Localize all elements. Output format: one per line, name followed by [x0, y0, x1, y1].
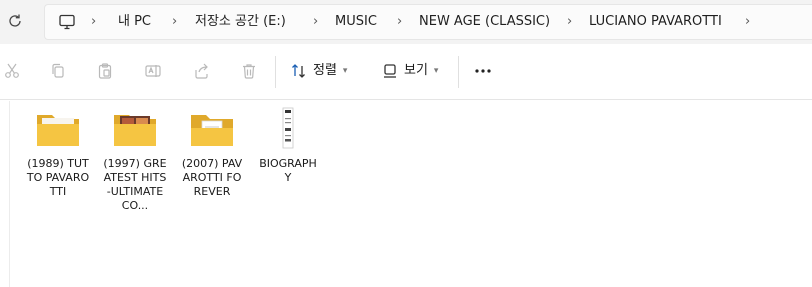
share-icon[interactable]	[189, 59, 213, 83]
sort-button[interactable]: 정렬 ▾	[291, 60, 347, 82]
chevron-down-icon: ▾	[433, 66, 439, 76]
toolbar-divider	[275, 56, 276, 88]
chevron-right-icon[interactable]: ›	[567, 5, 572, 39]
file-item-name: (1989) TUTTO PAVAROTTI	[26, 157, 90, 198]
chevron-down-icon: ▾	[342, 66, 348, 76]
crumb-this-pc[interactable]: 내 PC	[118, 5, 151, 39]
command-bar: 정렬 ▾ 보기 ▾	[0, 44, 812, 100]
computer-icon	[58, 13, 76, 31]
crumb-drive-e[interactable]: 저장소 공간 (E:)	[195, 5, 286, 39]
sort-label: 정렬	[313, 63, 337, 78]
rename-icon[interactable]	[141, 59, 165, 83]
file-item-name: (1997) GREATEST HITS-ULTIMATE CO...	[103, 157, 167, 212]
chevron-right-icon[interactable]: ›	[745, 5, 750, 39]
sort-icon	[292, 64, 305, 78]
chevron-right-icon[interactable]: ›	[91, 5, 96, 39]
file-item-document[interactable]: BIOGRAPHY	[256, 106, 320, 185]
folder-icon	[111, 106, 159, 150]
crumb-luciano-pavarotti[interactable]: LUCIANO PAVAROTTI	[589, 5, 722, 39]
chevron-right-icon[interactable]: ›	[397, 5, 402, 39]
document-thumbnail-icon	[264, 106, 312, 150]
breadcrumb[interactable]: › 내 PC › 저장소 공간 (E:) › MUSIC › NEW AGE (…	[44, 4, 812, 40]
view-label: 보기	[404, 63, 428, 78]
crumb-new-age[interactable]: NEW AGE (CLASSIC)	[419, 5, 550, 39]
view-button[interactable]: 보기 ▾	[382, 60, 438, 82]
file-item-folder[interactable]: TUTTO (1989) TUTTO PAVAROTTI	[26, 106, 90, 199]
file-item-folder[interactable]: (2007) PAVAROTTI FOREVER	[180, 106, 244, 199]
delete-icon[interactable]	[237, 59, 261, 83]
refresh-icon[interactable]	[6, 12, 24, 30]
file-item-name: BIOGRAPHY	[259, 157, 317, 184]
paste-icon[interactable]	[93, 59, 117, 83]
more-options-icon[interactable]	[473, 59, 493, 83]
file-list: TUTTO (1989) TUTTO PAVAROTTI (1997) GREA…	[0, 101, 812, 287]
view-icon	[384, 64, 396, 78]
file-item-folder[interactable]: (1997) GREATEST HITS-ULTIMATE CO...	[103, 106, 167, 213]
cut-icon[interactable]	[0, 59, 24, 83]
folder-icon: TUTTO	[34, 106, 82, 150]
copy-icon[interactable]	[46, 59, 70, 83]
file-item-name: (2007) PAVAROTTI FOREVER	[181, 157, 243, 198]
chevron-right-icon[interactable]: ›	[313, 5, 318, 39]
crumb-music[interactable]: MUSIC	[335, 5, 377, 39]
toolbar-divider	[458, 56, 459, 88]
chevron-right-icon[interactable]: ›	[172, 5, 177, 39]
folder-icon	[188, 106, 236, 150]
address-bar-area: › 내 PC › 저장소 공간 (E:) › MUSIC › NEW AGE (…	[0, 0, 812, 44]
